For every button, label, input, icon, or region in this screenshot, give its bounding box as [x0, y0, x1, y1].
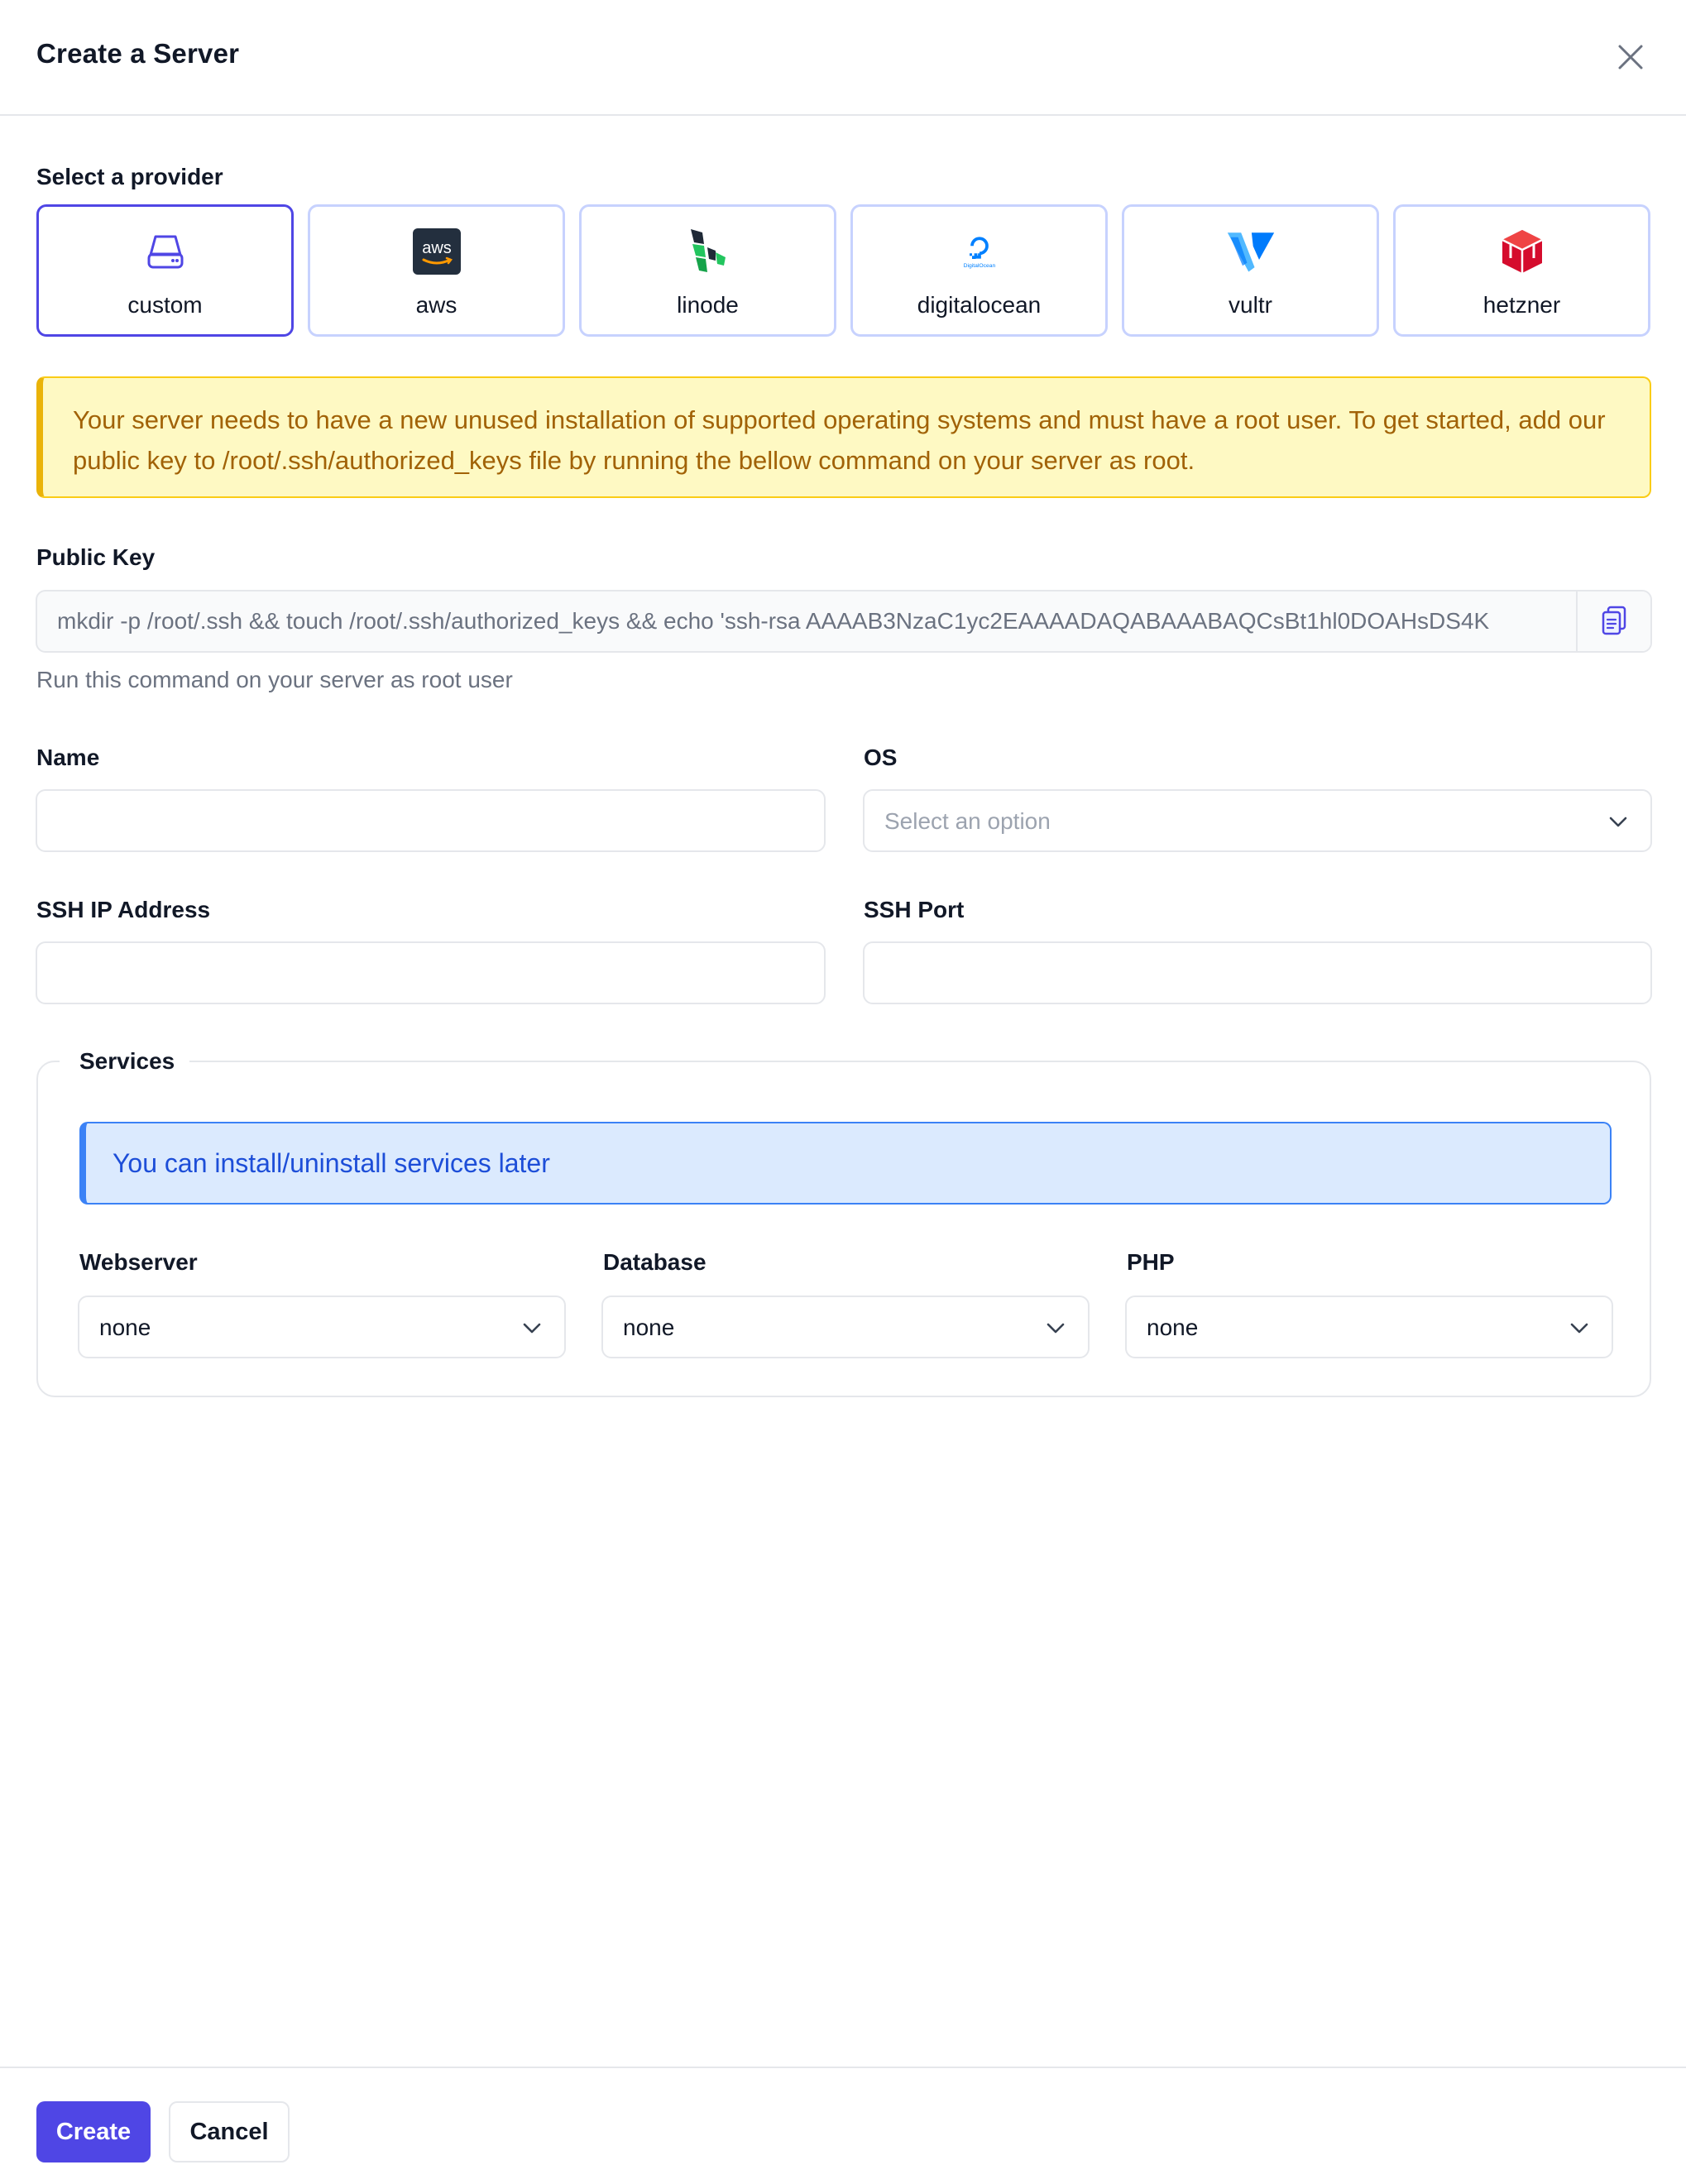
- dialog-footer: Create Cancel: [0, 2067, 1686, 2184]
- os-label: OS: [864, 745, 898, 770]
- webserver-value: none: [99, 1315, 151, 1340]
- copy-button[interactable]: [1576, 592, 1650, 651]
- provider-list: custom aws aws linode DigitalOcean digit…: [36, 204, 1651, 337]
- database-value: none: [623, 1315, 675, 1340]
- php-select[interactable]: none: [1125, 1296, 1613, 1358]
- ssh-ip-input[interactable]: [36, 941, 826, 1004]
- provider-aws[interactable]: aws aws: [308, 204, 565, 337]
- ssh-ip-label: SSH IP Address: [36, 897, 211, 922]
- services-legend: Services: [60, 1048, 190, 1075]
- services-info-alert: You can install/uninstall services later: [79, 1122, 1612, 1205]
- provider-linode[interactable]: linode: [579, 204, 836, 337]
- provider-label-digitalocean: digitalocean: [917, 292, 1042, 318]
- ssh-port-label: SSH Port: [864, 897, 965, 922]
- chevron-down-icon: [1047, 1323, 1065, 1334]
- database-label: Database: [603, 1249, 706, 1275]
- public-key-value[interactable]: mkdir -p /root/.ssh && touch /root/.ssh/…: [57, 608, 1588, 635]
- clipboard-icon: [1600, 604, 1628, 639]
- linode-logo-icon: [683, 227, 733, 276]
- public-key-field[interactable]: mkdir -p /root/.ssh && touch /root/.ssh/…: [36, 590, 1652, 653]
- provider-label-hetzner: hetzner: [1482, 292, 1561, 318]
- create-button[interactable]: Create: [36, 2101, 151, 2162]
- server-icon: [141, 227, 190, 276]
- provider-label-linode: linode: [677, 292, 739, 318]
- chevron-down-icon: [523, 1323, 541, 1334]
- provider-label-aws: aws: [415, 292, 457, 318]
- provider-label-vultr: vultr: [1229, 292, 1272, 318]
- provider-hetzner[interactable]: hetzner: [1393, 204, 1650, 337]
- warning-alert: Your server needs to have a new unused i…: [36, 376, 1651, 498]
- chevron-down-icon: [1609, 817, 1627, 827]
- svg-text:aws: aws: [422, 239, 452, 257]
- services-fieldset: Services You can install/uninstall servi…: [36, 1048, 1651, 1397]
- os-select[interactable]: Select an option: [863, 789, 1652, 852]
- ssh-port-input[interactable]: [863, 941, 1652, 1004]
- dialog-header: Create a Server: [0, 0, 1686, 116]
- name-input[interactable]: [36, 789, 826, 852]
- vultr-logo-icon: [1226, 227, 1276, 276]
- dialog-title: Create a Server: [36, 38, 240, 69]
- name-label: Name: [36, 745, 100, 770]
- webserver-select[interactable]: none: [78, 1296, 566, 1358]
- provider-custom[interactable]: custom: [36, 204, 294, 337]
- digitalocean-logo-icon: DigitalOcean: [955, 227, 1004, 276]
- provider-label-custom: custom: [127, 292, 203, 318]
- public-key-hint: Run this command on your server as root …: [36, 667, 513, 692]
- close-icon[interactable]: [1613, 40, 1648, 74]
- hetzner-logo-icon: [1497, 227, 1547, 276]
- php-value: none: [1147, 1315, 1199, 1340]
- chevron-down-icon: [1570, 1323, 1588, 1334]
- aws-logo-icon: aws: [412, 227, 462, 276]
- cancel-button[interactable]: Cancel: [169, 2101, 290, 2162]
- webserver-label: Webserver: [79, 1249, 198, 1275]
- database-select[interactable]: none: [601, 1296, 1090, 1358]
- provider-label: Select a provider: [36, 164, 223, 189]
- provider-vultr[interactable]: vultr: [1122, 204, 1379, 337]
- php-label: PHP: [1127, 1249, 1175, 1275]
- provider-digitalocean[interactable]: DigitalOcean digitalocean: [850, 204, 1108, 337]
- svg-text:DigitalOcean: DigitalOcean: [963, 263, 995, 269]
- os-select-placeholder: Select an option: [884, 808, 1051, 834]
- public-key-label: Public Key: [36, 544, 156, 570]
